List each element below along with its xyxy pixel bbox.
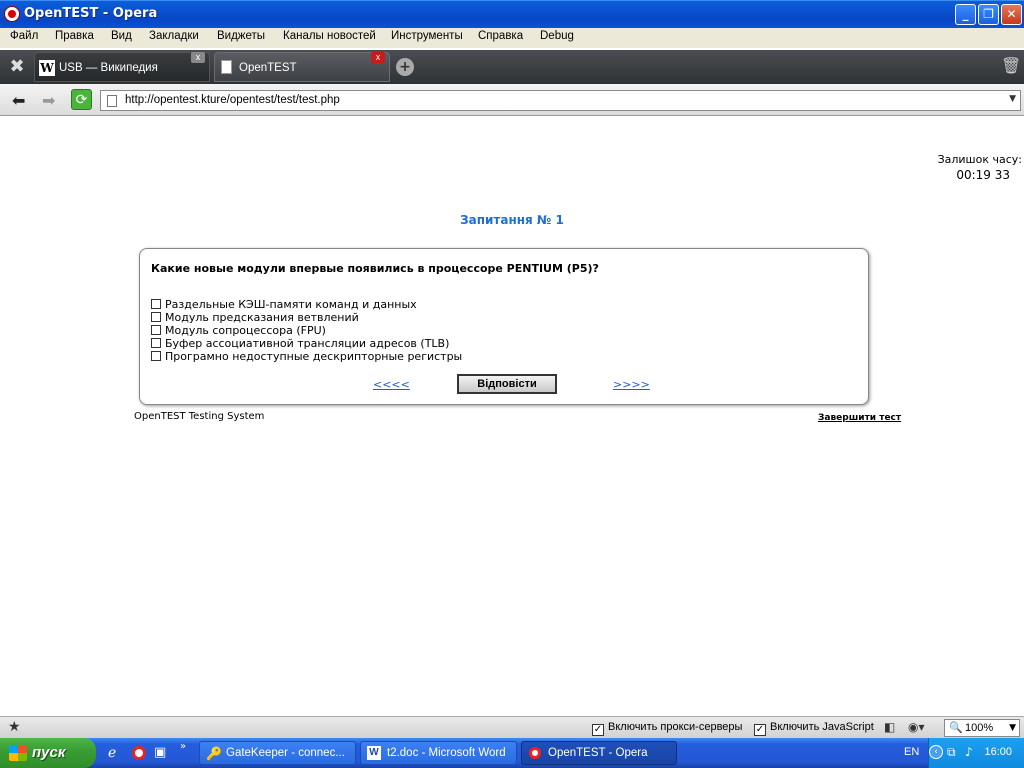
new-tab-button[interactable]: + [396,58,414,76]
minimize-button[interactable]: _ [955,4,976,25]
opera-icon[interactable] [132,746,146,760]
forward-arrow-icon[interactable]: ➡ [42,91,55,110]
footer-system-name: OpenTEST Testing System [134,411,265,422]
chevron-down-icon[interactable]: ▼ [1009,94,1016,104]
answer-button[interactable]: Відповісти [457,374,557,394]
opera-logo-icon [5,7,19,21]
menu-bookmarks[interactable]: Закладки [149,30,199,42]
window-title: OpenTEST - Opera [24,6,158,21]
volume-icon[interactable]: ♪ [965,745,973,759]
task-gatekeeper[interactable]: 🔑 GateKeeper - connec... [199,741,356,765]
magnifier-icon: 🔍 [949,721,963,734]
time-left-value: 00:19 33 [956,168,1010,182]
task-word[interactable]: W t2.doc - Microsoft Word [360,741,517,765]
menu-feeds[interactable]: Каналы новостей [283,30,376,42]
opera-icon [529,747,541,759]
speaker-icon[interactable]: ◧ [884,720,895,734]
menu-bar: Файл Правка Вид Закладки Виджеты Каналы … [0,28,1024,48]
check-icon: ✓ [592,724,604,736]
tab-bar: ✖ W USB — Википедия x OpenTEST x + 🗑 [0,50,1024,84]
camera-icon[interactable]: ◉▾ [908,720,925,734]
checkbox[interactable] [151,299,161,309]
close-button[interactable]: ✕ [1001,4,1022,25]
status-bar: ★ ✓ Включить прокси-серверы ✓ Включить Jav… [0,716,1024,738]
ie-icon[interactable]: ℯ [108,745,116,761]
menu-view[interactable]: Вид [111,30,132,42]
window-title-bar: OpenTEST - Opera _ ❐ ✕ [0,0,1024,28]
network-icon[interactable]: ⧉ [947,745,956,760]
menu-help[interactable]: Справка [478,30,523,42]
time-left-label: Залишок часу: [937,153,1022,166]
tab-close-icon[interactable]: x [191,52,205,63]
menu-widgets[interactable]: Виджеты [217,30,265,42]
page-icon [107,95,117,107]
system-tray: ‹ ⧉ ♪ 16:00 [928,738,1024,768]
answer-option[interactable]: Раздельные КЭШ-памяти команд и данных [151,298,417,311]
wikipedia-icon: W [39,60,55,76]
tab-close-icon[interactable]: x [371,52,385,63]
menu-edit[interactable]: Правка [55,30,94,42]
word-doc-icon: W [367,746,381,760]
page-content: Залишок часу: 00:19 33 Запитання № 1 Как… [0,117,1024,716]
answer-option[interactable]: Програмно недоступные дескрипторные реги… [151,350,462,363]
tray-chevron-icon[interactable]: ‹ [929,745,943,759]
language-indicator[interactable]: EN [904,746,919,758]
next-question-link[interactable]: >>>> [613,378,650,391]
trash-icon[interactable]: 🗑 [1001,56,1021,76]
menu-debug[interactable]: Debug [540,30,574,42]
tools-icon[interactable]: ✖ [6,56,28,78]
address-field[interactable]: http://opentest.kture/opentest/test/test… [100,90,1021,111]
question-text: Какие новые модули впервые появились в п… [151,262,599,275]
taskbar: пуск ℯ ▣ » 🔑 GateKeeper - connec... W t2… [0,738,1024,768]
back-arrow-icon[interactable]: ⬅ [12,91,25,110]
check-icon: ✓ [754,724,766,736]
tab-label: OpenTEST [239,62,297,74]
zoom-select[interactable]: 🔍 100% ▼ [944,719,1020,737]
answer-option[interactable]: Модуль сопроцессора (FPU) [151,324,326,337]
javascript-toggle[interactable]: ✓ Включить JavaScript [754,721,874,736]
finish-test-link[interactable]: Завершити тест [818,413,901,423]
checkbox[interactable] [151,312,161,322]
prev-question-link[interactable]: <<<< [373,378,410,391]
clock: 16:00 [984,746,1012,758]
chevron-down-icon: ▼ [1009,723,1016,733]
page-icon [221,60,232,74]
menu-file[interactable]: Файл [10,30,38,42]
tab-usb-wikipedia[interactable]: W USB — Википедия x [34,52,210,82]
menu-tools[interactable]: Инструменты [391,30,463,42]
save-icon[interactable]: ▣ [154,745,166,760]
windows-logo-icon [9,745,27,761]
address-toolbar: ⬅ ➡ ⟳ http://opentest.kture/opentest/tes… [0,84,1024,116]
tab-opentest[interactable]: OpenTEST x [214,52,390,82]
key-icon: 🔑 [206,746,223,761]
url-text: http://opentest.kture/opentest/test/test… [125,94,340,106]
checkbox[interactable] [151,325,161,335]
checkbox[interactable] [151,351,161,361]
maximize-button[interactable]: ❐ [978,4,999,25]
tab-label: USB — Википедия [59,62,158,74]
proxy-toggle[interactable]: ✓ Включить прокси-серверы [592,721,742,736]
checkbox[interactable] [151,338,161,348]
start-label: пуск [32,744,66,761]
question-number: Запитання № 1 [460,213,564,227]
question-box: Какие новые модули впервые появились в п… [139,248,869,405]
answer-option[interactable]: Буфер ассоциативной трансляции адресов (… [151,337,449,350]
start-button[interactable]: пуск [0,738,96,768]
task-opera[interactable]: OpenTEST - Opera [521,741,677,765]
star-icon[interactable]: ★ [8,719,21,735]
answer-option[interactable]: Модуль предсказания ветвлений [151,311,359,324]
reload-icon[interactable]: ⟳ [71,89,92,110]
more-chevron-icon[interactable]: » [180,741,186,752]
zoom-value: 100% [965,722,994,734]
